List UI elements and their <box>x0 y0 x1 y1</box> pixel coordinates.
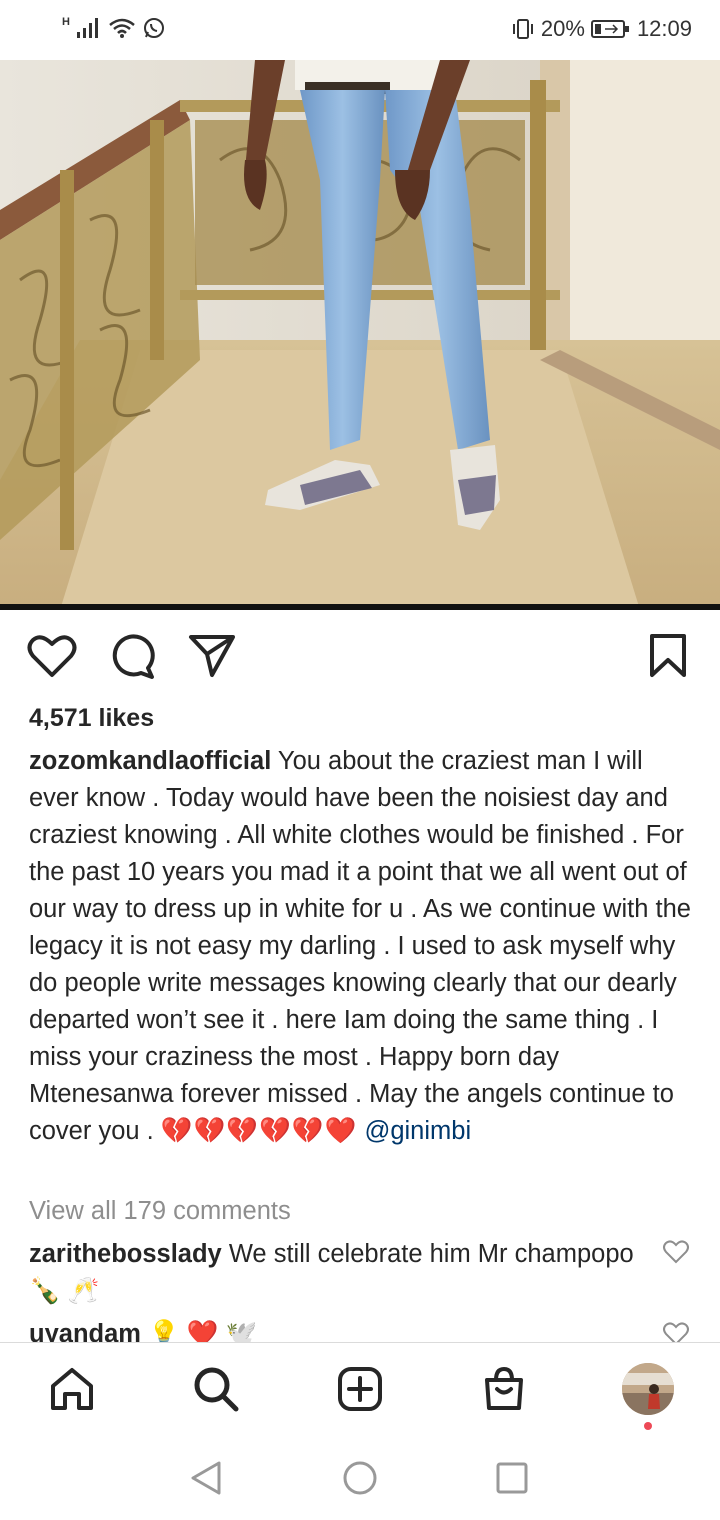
home-icon <box>51 1368 93 1410</box>
comment-button[interactable] <box>104 628 160 684</box>
network-type-label: H <box>62 16 70 28</box>
back-button[interactable] <box>184 1456 228 1500</box>
whatsapp-icon <box>143 18 164 38</box>
vibrate-icon <box>512 19 533 39</box>
search-icon <box>194 1367 239 1412</box>
plus-square-icon <box>338 1367 382 1411</box>
signal-icon <box>76 18 98 38</box>
battery-icon <box>590 20 629 38</box>
notification-dot <box>644 1422 652 1430</box>
comment-username[interactable]: uyandam <box>29 1320 141 1342</box>
comment-text: 💡 ❤️ 🕊️ <box>148 1320 258 1342</box>
comment-item: zarithebosslady We still celebrate him M… <box>29 1236 649 1310</box>
comment-username[interactable]: zarithebosslady <box>29 1240 222 1268</box>
comment-bubble-icon <box>112 634 155 679</box>
wifi-icon <box>109 18 135 38</box>
battery-percent: 20% <box>540 16 585 41</box>
share-button[interactable] <box>184 628 240 684</box>
bookmark-icon <box>650 634 686 677</box>
heart-outline-icon <box>27 635 77 677</box>
bottom-navigation <box>0 1342 720 1434</box>
home-system-button[interactable] <box>338 1456 382 1500</box>
home-circle-icon <box>343 1461 377 1495</box>
clock: 12:09 <box>636 16 692 41</box>
status-bar: H 20% 12:09 <box>0 0 720 60</box>
status-right: 20% 12:09 <box>511 16 692 42</box>
shopping-bag-icon <box>485 1366 523 1410</box>
comment-like-icon[interactable] <box>662 1320 690 1342</box>
recents-square-icon <box>496 1462 528 1494</box>
nav-search[interactable] <box>188 1361 244 1417</box>
comment-item-partial: uyandam 💡 ❤️ 🕊️ <box>0 1316 720 1342</box>
nav-shop[interactable] <box>476 1361 532 1417</box>
system-navigation-bar <box>0 1434 720 1520</box>
post-photo-illustration <box>0 60 720 610</box>
post-photo[interactable] <box>0 60 720 610</box>
view-all-comments-link[interactable]: View all 179 comments <box>29 1197 291 1226</box>
likes-count[interactable]: 4,571 likes <box>29 704 154 733</box>
comment-item: uyandam 💡 ❤️ 🕊️ <box>29 1316 649 1342</box>
paper-plane-icon <box>189 635 235 677</box>
back-triangle-icon <box>191 1461 221 1495</box>
like-button[interactable] <box>24 628 80 684</box>
caption-mention-link[interactable]: @ginimbi <box>364 1117 471 1145</box>
caption-username[interactable]: zozomkandlaofficial <box>29 747 271 775</box>
nav-create[interactable] <box>332 1361 388 1417</box>
recents-button[interactable] <box>490 1456 534 1500</box>
save-button[interactable] <box>640 628 696 684</box>
nav-profile-avatar[interactable] <box>622 1363 674 1415</box>
post-caption: zozomkandlaofficial You about the crazie… <box>29 743 699 1150</box>
avatar-image <box>622 1363 674 1415</box>
post-action-bar <box>0 628 720 688</box>
nav-home[interactable] <box>44 1361 100 1417</box>
comment-like-icon[interactable] <box>662 1238 690 1266</box>
status-left: H <box>62 16 166 40</box>
caption-text: You about the craziest man I will ever k… <box>29 747 691 1145</box>
caption-emojis: 💔💔💔💔💔❤️ <box>160 1117 358 1145</box>
